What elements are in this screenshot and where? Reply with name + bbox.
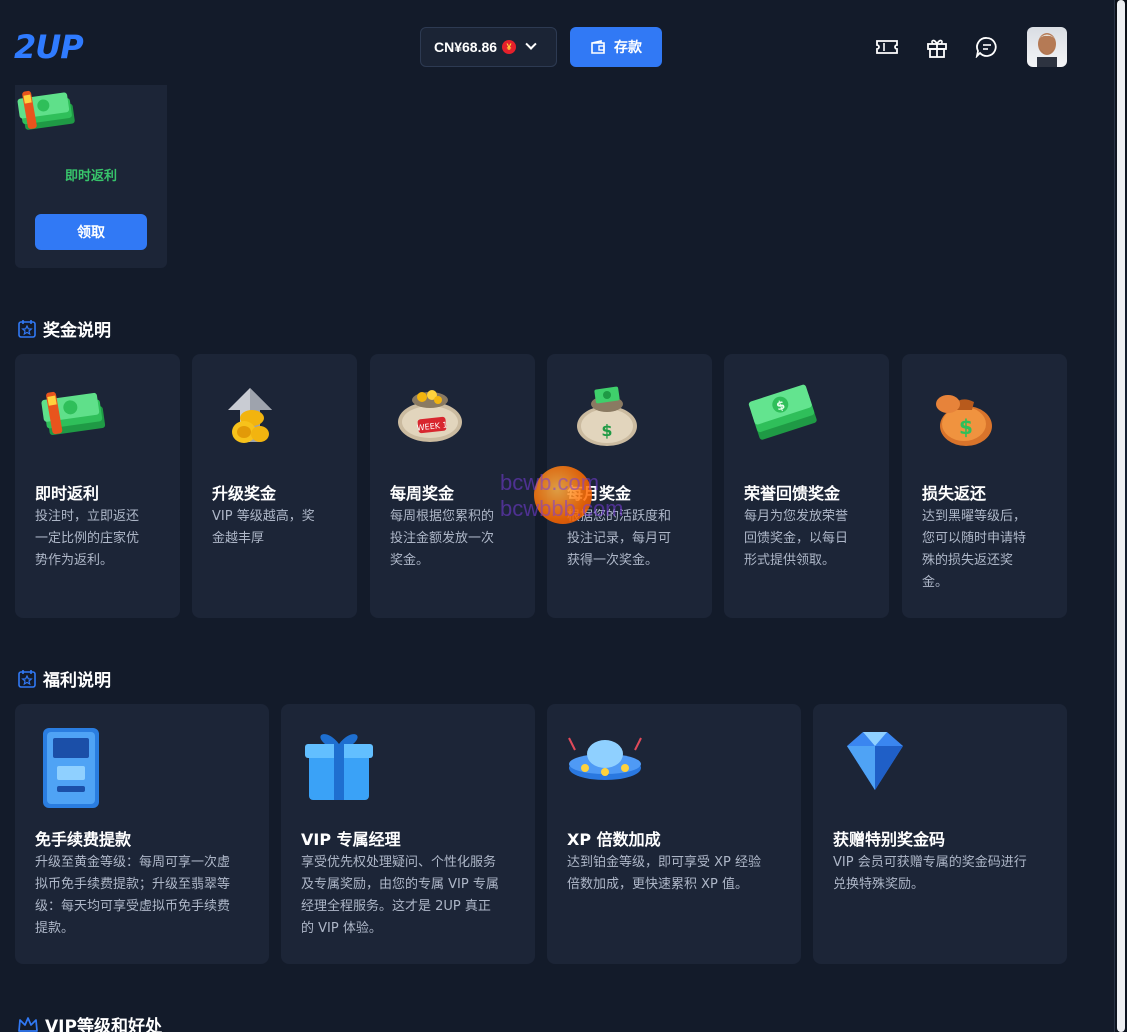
atm-machine-icon [43,728,99,808]
avatar-portrait-icon [1037,33,1057,67]
bonus-section-title: 奖金说明 [43,321,111,341]
instant-rebate-claim-card: 即时返利 领取 [15,85,167,268]
bonus-card-description: 每周根据您累积的 投注金额发放一次 奖金。 [390,509,495,568]
money-bag-icon: $ [577,386,637,446]
welfare-card: VIP 专属经理享受优先权处理疑问、个性化服务 及专属奖励，由您的专属 VIP 专… [281,704,535,964]
bonus-card-description: 投注时，立即返还 一定比例的庄家优 势作为返利。 [35,509,140,568]
svg-text:$: $ [959,415,973,439]
welfare-card: 免手续费提款升级至黄金等级：每周可享一次虚 拟币免手续费提款；升级至翡翠等 级：每天… [15,704,269,964]
wallet-icon [591,40,605,54]
gift-icon[interactable] [925,36,949,58]
cash-stack-icon [17,90,75,130]
instant-rebate-label: 即时返利 [64,169,117,184]
balance-amount: CN¥68.86 [434,39,498,55]
vip-section-heading: VIP等级和好处 [17,1012,162,1032]
bonus-card: WEEK 1 每周奖金每周根据您累积的 投注金额发放一次 奖金。 [370,354,535,618]
svg-text:$: $ [601,421,612,440]
deposit-label: 存款 [614,39,642,55]
bonus-card-title: 损失返还 [922,484,987,503]
scrollbar-thumb[interactable] [1117,0,1125,1032]
welfare-card-title: XP 倍数加成 [567,830,661,849]
bonus-card-description: VIP 等级越高，奖 金越丰厚 [212,509,315,546]
calendar-star-icon [18,669,36,688]
bonus-section-heading: 奖金说明 [17,316,111,341]
diamond-icon [847,732,903,790]
bonus-card-title: 荣誉回馈奖金 [744,484,841,503]
site-logo[interactable]: 2UP [14,28,84,66]
welfare-card-title: VIP 专属经理 [301,830,401,849]
ufo-icon [568,737,642,780]
bonus-card: 即时返利投注时，立即返还 一定比例的庄家优 势作为返利。 [15,354,180,618]
bonus-card-title: 即时返利 [35,484,100,503]
bonus-card: $ 损失返还达到黑曜等级后， 您可以随时申请特 殊的损失返还奖 金。 [902,354,1067,618]
blue-gift-box-icon [305,734,373,800]
welfare-card-title: 获赠特别奖金码 [833,830,946,849]
welfare-card-title: 免手续费提款 [35,830,132,849]
ticket-icon[interactable] [875,36,899,58]
app-window: 2UP CN¥68.86 ¥ 存款 即时返利 领取 奖金说明 即时返利 投注时，… [0,0,1115,1032]
chat-icon[interactable] [975,36,999,58]
welfare-card: 获赠特别奖金码 VIP 会员可获赠专属的奖金码进行 兑换特殊奖励。 [813,704,1067,964]
deposit-button[interactable]: 存款 [570,27,662,67]
welfare-section-title: 福利说明 [43,671,111,691]
bonus-card: 升级奖金 VIP 等级越高，奖 金越丰厚 [192,354,357,618]
welfare-card-description: VIP 会员可获赠专属的奖金码进行 兑换特殊奖励。 [833,855,1027,892]
cash-stack-icon [41,391,106,436]
chevron-down-icon [525,38,537,50]
calendar-star-icon [18,319,36,338]
bonus-card: $ 荣誉回馈奖金每月为您发放荣誉 回馈奖金，以每日 形式提供领取。 [724,354,889,618]
welfare-card-description: 享受优先权处理疑问、个性化服务 及专属奖励，由您的专属 VIP 专属 经理全程服务。… [301,855,499,936]
bonus-card-description: 每月为您发放荣誉 回馈奖金，以每日 形式提供领取。 [744,509,849,568]
balance-selector[interactable]: CN¥68.86 ¥ [420,27,557,67]
bonus-card-description: 达到黑曜等级后， 您可以随时申请特 殊的损失返还奖 金。 [922,509,1027,590]
vip-section-title: VIP等级和好处 [45,1017,162,1032]
top-header: 2UP CN¥68.86 ¥ 存款 [0,0,1114,90]
welfare-card-description: 达到铂金等级，即可享受 XP 经验 倍数加成，更快速累积 XP 值。 [567,855,762,892]
welfare-section-heading: 福利说明 [17,666,111,691]
welfare-card-description: 升级至黄金等级：每周可享一次虚 拟币免手续费提款；升级至翡翠等 级：每天均可享受虚拟… [35,855,231,936]
page-scrollbar-area [1115,0,1127,1032]
bonus-card-title: 每周奖金 [390,484,455,503]
crown-icon [18,1016,38,1032]
weekly-bag-icon: WEEK 1 [398,390,462,442]
welfare-card: XP 倍数加成达到铂金等级，即可享受 XP 经验 倍数加成，更快速累积 XP 值。 [547,704,801,964]
bonus-card-title: 升级奖金 [212,484,277,503]
loss-money-bag-icon: $ [936,395,992,446]
user-avatar[interactable] [1027,27,1067,67]
cash-bundle-icon: $ [748,384,817,440]
cny-coin-icon: ¥ [502,40,517,54]
watermark-logo [534,466,592,524]
claim-button[interactable]: 领取 [35,214,147,250]
upgrade-coins-icon [228,388,272,443]
